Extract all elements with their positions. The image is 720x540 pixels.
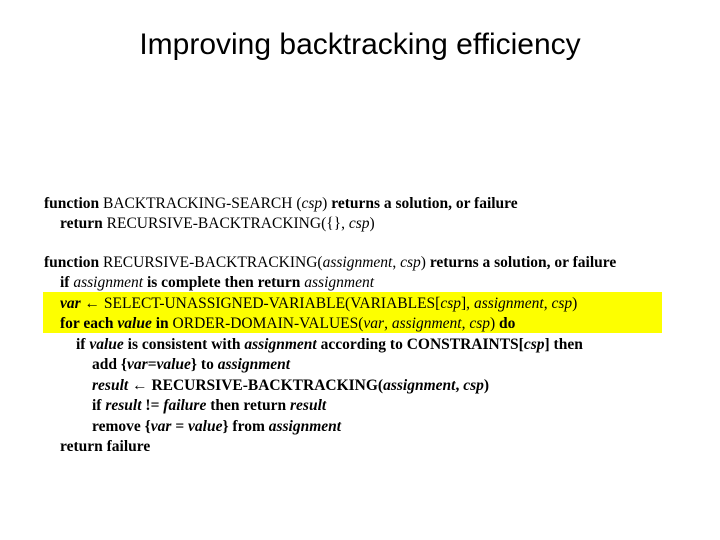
txt: RECURSIVE-BACKTRACKING( [99,254,322,271]
code-line: if result != failure then return result [44,396,676,416]
code-line: if assignment is complete then return as… [44,273,676,293]
param: assignment [323,254,393,271]
kw-function: function [44,195,99,212]
txt: , [384,315,392,332]
kw-returns: returns [430,254,479,271]
left-arrow-icon: ← [132,377,148,394]
param: var [363,315,384,332]
kw-then: then [554,336,583,353]
kw-return: return [60,438,103,455]
kw-if: if [92,397,105,414]
txt: a solution, or failure [380,195,518,212]
var: var=value [127,356,191,373]
txt: ORDER-DOMAIN-VALUES( [169,315,364,332]
param: csp [349,215,370,232]
var: result [105,397,141,414]
param: assignment [304,274,374,291]
param: csp [469,315,490,332]
code-line: function BACKTRACKING-SEARCH (csp) retur… [44,194,676,214]
param: assignment [244,336,316,353]
txt: != [142,397,164,414]
txt: failure [103,438,151,455]
kw-in: in [152,315,169,332]
kw-if: if [76,336,89,353]
txt: RECURSIVE-BACKTRACKING({}, [103,215,349,232]
kw-then-return: then return [224,274,304,291]
var: result [290,397,326,414]
txt: add { [92,356,127,373]
txt: ] [545,336,554,353]
txt: is consistent with [124,336,245,353]
code-line-highlighted: for each value in ORDER-DOMAIN-VALUES(va… [44,314,676,334]
function-1: function BACKTRACKING-SEARCH (csp) retur… [44,194,676,235]
param: csp [524,336,545,353]
code-line: remove {var = value} from assignment [44,417,676,437]
param: assignment [269,418,341,435]
var: value [89,336,123,353]
txt: RECURSIVE-BACKTRACKING( [148,377,384,394]
var: var [60,295,81,312]
txt: is complete [143,274,224,291]
var: var = value [151,418,223,435]
kw-foreach: for each [60,315,117,332]
txt: remove { [92,418,151,435]
txt: ) [322,195,331,212]
param: assignment [392,315,462,332]
kw-return: return [60,215,103,232]
param: csp [302,195,323,212]
kw-function: function [44,254,99,271]
txt: ) [490,315,499,332]
slide-title: Improving backtracking efficiency [0,0,720,62]
code-line-highlighted: var ← SELECT-UNASSIGNED-VARIABLE(VARIABL… [44,294,676,314]
code-line: add {var=value} to assignment [44,355,676,375]
function-2: function RECURSIVE-BACKTRACKING(assignme… [44,253,676,458]
code-line: function RECURSIVE-BACKTRACKING(assignme… [44,253,676,273]
param: csp [440,295,461,312]
txt: according to CONSTRAINTS[ [317,336,524,353]
txt: a solution, or failure [479,254,617,271]
kw-do: do [499,315,515,332]
kw-then-return: then return [206,397,290,414]
txt: ) [572,295,577,312]
param: assignment [383,377,455,394]
kw-if: if [60,274,73,291]
code-line: result ← RECURSIVE-BACKTRACKING(assignme… [44,376,676,396]
param: csp [551,295,572,312]
txt: ) [421,254,430,271]
param: csp [400,254,421,271]
param: assignment [73,274,143,291]
slide: Improving backtracking efficiency functi… [0,0,720,540]
txt: , [392,254,400,271]
txt: SELECT-UNASSIGNED-VARIABLE(VARIABLES[ [100,295,440,312]
code-line: if value is consistent with assignment a… [44,335,676,355]
txt: ) [370,215,375,232]
var: failure [163,397,206,414]
txt: } to [191,356,218,373]
code-line: return failure [44,437,676,457]
param: assignment [218,356,290,373]
param: csp [463,377,484,394]
txt: ], [461,295,474,312]
txt: } from [222,418,268,435]
pseudocode-block: function BACKTRACKING-SEARCH (csp) retur… [44,194,676,457]
var: value [117,315,151,332]
kw-returns: returns [331,195,380,212]
code-line: return RECURSIVE-BACKTRACKING({}, csp) [44,214,676,234]
txt: ) [484,377,489,394]
param: assignment [474,295,544,312]
left-arrow-icon: ← [85,295,101,312]
txt: BACKTRACKING-SEARCH ( [99,195,301,212]
var: result [92,377,128,394]
